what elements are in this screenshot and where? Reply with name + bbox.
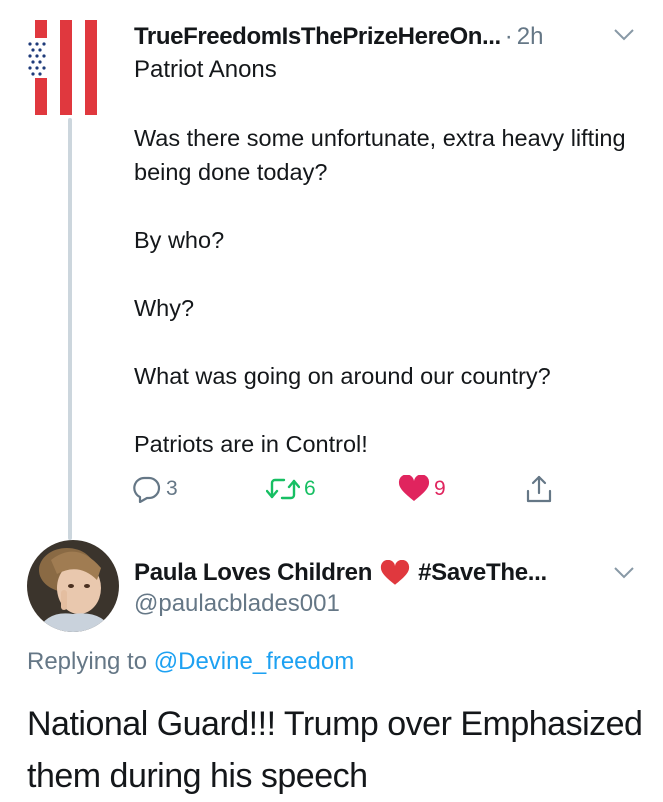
separator-dot: · xyxy=(504,23,513,50)
tweet-text: National Guard!!! Trump over Emphasized … xyxy=(27,705,643,795)
retweet-count: 6 xyxy=(304,477,316,500)
replying-prefix: Replying to xyxy=(27,648,148,675)
tweet-line: By who? xyxy=(134,227,225,253)
reply-button[interactable]: 3 xyxy=(132,475,178,503)
avatar-photo xyxy=(27,540,119,632)
child-photo-avatar[interactable] xyxy=(27,540,119,632)
user-handle[interactable]: Patriot Anons xyxy=(134,56,277,84)
reply-icon xyxy=(133,476,161,503)
tweet-line: Why? xyxy=(134,295,195,321)
tweet-line: Patriots are in Control! xyxy=(134,431,368,457)
red-heart-emoji xyxy=(381,559,410,585)
thread-connector-line xyxy=(68,118,72,540)
retweet-button[interactable]: 6 xyxy=(266,475,316,503)
like-button[interactable]: 9 xyxy=(398,475,446,503)
replying-to: Replying to @Devine_freedom xyxy=(27,648,354,676)
chevron-down-icon[interactable] xyxy=(613,28,635,42)
share-icon xyxy=(526,475,552,503)
display-name[interactable]: TrueFreedomIsThePrizeHereOn... xyxy=(134,23,501,51)
tweet-line: Was there some unfortunate, extra heavy … xyxy=(134,125,626,185)
tweet-text: Was there some unfortunate, extra heavy … xyxy=(134,121,644,461)
share-button[interactable] xyxy=(525,474,553,504)
tweet-header: TrueFreedomIsThePrizeHereOn... · 2h xyxy=(134,20,644,54)
tweet-header: Paula Loves Children #SaveThe... xyxy=(134,556,604,590)
display-name[interactable]: Paula Loves Children xyxy=(134,559,372,587)
retweet-icon xyxy=(266,478,300,500)
replying-handle-link[interactable]: @Devine_freedom xyxy=(154,648,354,675)
timestamp[interactable]: 2h xyxy=(517,23,544,51)
hashtag[interactable]: #SaveThe... xyxy=(418,559,547,587)
user-handle[interactable]: @paulacblades001 xyxy=(134,590,340,618)
tweet-line: What was going on around our country? xyxy=(134,363,551,389)
reply-count: 3 xyxy=(166,477,178,500)
heart-icon xyxy=(398,475,430,501)
flag-image xyxy=(25,20,97,115)
chevron-down-icon[interactable] xyxy=(613,566,635,580)
like-count: 9 xyxy=(434,477,446,500)
american-flag-avatar[interactable] xyxy=(25,20,109,115)
